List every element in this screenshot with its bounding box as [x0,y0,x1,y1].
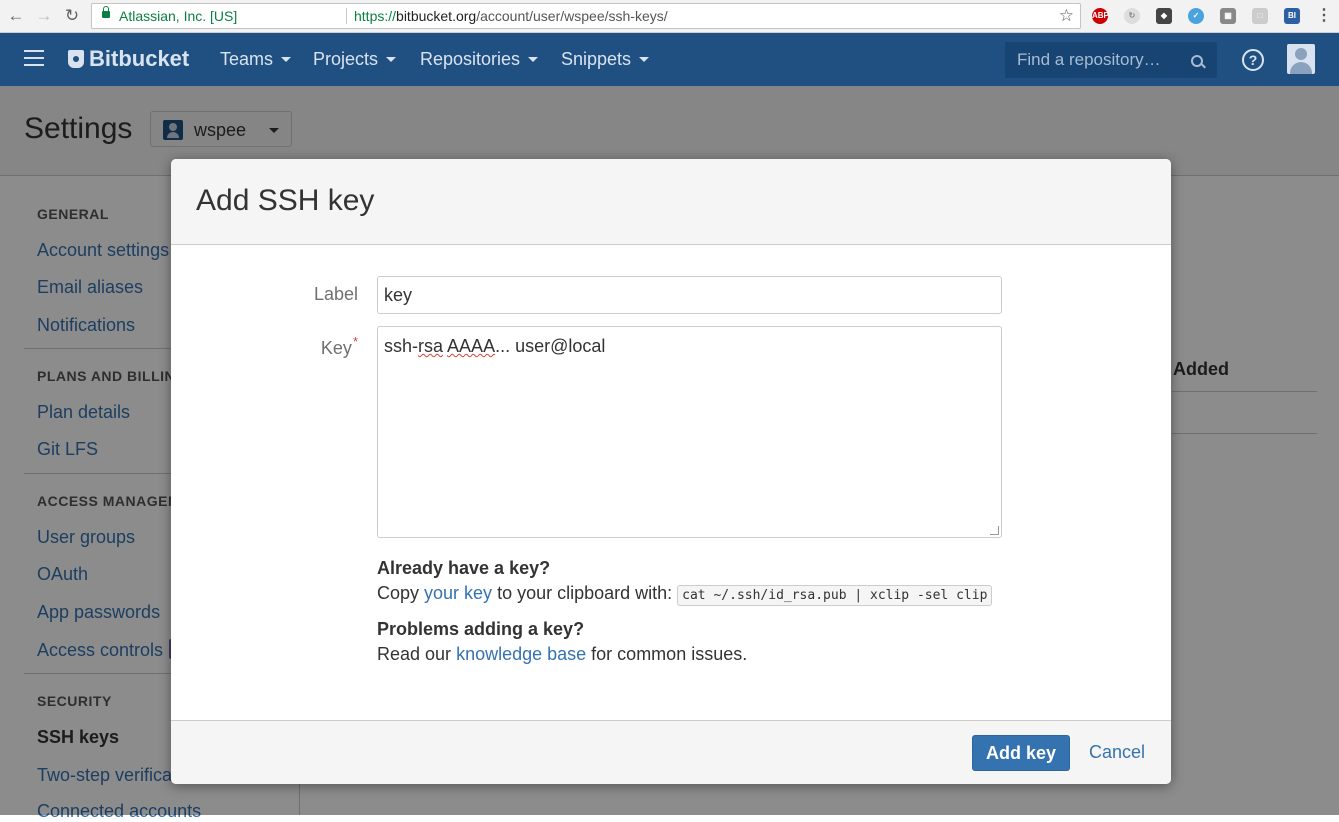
bucket-icon [68,50,84,68]
chevron-down-icon [386,57,397,62]
problems-heading: Problems adding a key? [377,619,585,639]
nav-repositories[interactable]: Repositories [420,48,539,70]
hamburger-menu-icon[interactable] [24,50,44,66]
site-identity: Atlassian, Inc. [US] [119,8,238,24]
browser-toolbar: ← → ↻ Atlassian, Inc. [US] https://bitbu… [0,0,1339,33]
already-have-key-heading: Already have a key? [377,558,551,578]
app-header: Bitbucket Teams Projects Repositories Sn… [0,33,1339,86]
menu-dots-icon[interactable]: ⋮ [1316,8,1332,24]
chevron-down-icon [528,57,539,62]
bookmark-star-icon[interactable]: ☆ [1059,4,1074,28]
cancel-button[interactable]: Cancel [1089,742,1145,763]
dialog-title: Add SSH key [196,184,375,217]
nav-snippets[interactable]: Snippets [561,48,650,70]
sync-extension-icon[interactable]: ↻ [1124,8,1140,24]
copy-key-text: Copy your key to your clipboard with: ca… [377,583,993,606]
help-icon[interactable]: ? [1242,49,1264,71]
puzzle-extension-icon[interactable]: ▦ [1220,8,1236,24]
repository-search-input[interactable]: Find a repository… [1005,42,1217,78]
key-textarea[interactable]: ssh-rsa AAAA... user@local [377,326,1002,538]
shield-extension-icon[interactable]: ◆ [1156,8,1172,24]
nav-teams[interactable]: Teams [220,48,292,70]
label-input[interactable]: key [377,276,1002,314]
url-text: https://bitbucket.org/account/user/wspee… [354,8,668,24]
your-key-link[interactable]: your key [424,583,492,603]
add-ssh-key-dialog: Add SSH key Label key Key* ssh-rsa AAAA.… [171,159,1171,784]
chevron-down-icon [639,57,650,62]
resize-handle[interactable] [990,526,999,535]
knowledge-base-text: Read our knowledge base for common issue… [377,644,748,664]
bitbucket-logo[interactable]: Bitbucket [68,47,189,71]
back-icon[interactable]: ← [6,6,26,26]
key-field-label: Key* [320,334,358,358]
bird-extension-icon[interactable]: ✓ [1188,8,1204,24]
search-icon[interactable] [1191,55,1203,67]
nav-projects[interactable]: Projects [313,48,397,70]
dialog-header: Add SSH key [171,159,1171,245]
address-bar[interactable]: Atlassian, Inc. [US] https://bitbucket.o… [91,3,1081,29]
lock-icon [102,6,110,18]
knowledge-base-link[interactable]: knowledge base [456,644,586,664]
reload-icon[interactable]: ↻ [62,6,82,26]
adblock-extension-icon[interactable]: ABP [1092,8,1109,24]
chevron-down-icon [281,57,292,62]
forward-icon[interactable]: → [34,6,54,26]
copy-command: cat ~/.ssh/id_rsa.pub | xclip -sel clip [677,585,993,606]
add-key-button[interactable]: Add key [972,735,1070,771]
label-field-label: Label [313,284,358,304]
avatar[interactable] [1287,44,1315,74]
dialog-footer: Add key Cancel [171,720,1171,784]
page-extension-icon[interactable]: □ [1252,8,1268,24]
required-mark: * [352,334,358,349]
bi-extension-icon[interactable]: BI [1284,8,1300,24]
